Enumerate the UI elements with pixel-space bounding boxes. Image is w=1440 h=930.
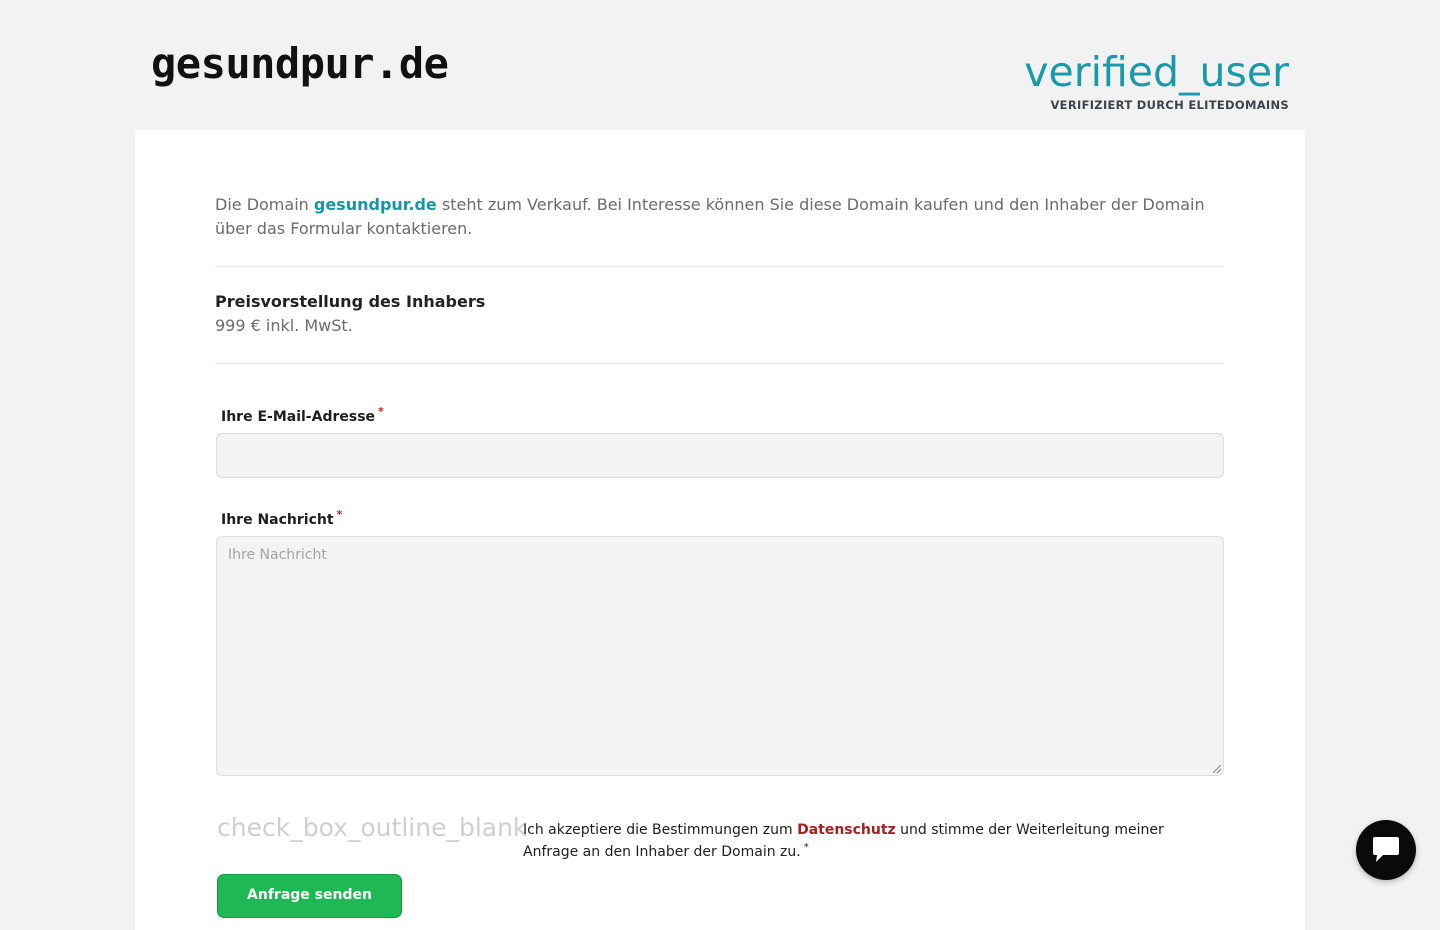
chat-button[interactable] — [1356, 820, 1416, 880]
required-mark: * — [803, 842, 809, 853]
verified-user-icon: verified_user — [1024, 48, 1289, 96]
page-header: gesundpur.de verified_user VERIFIZIERT D… — [0, 0, 1440, 130]
message-label-text: Ihre Nachricht — [221, 512, 334, 528]
message-textarea[interactable]: Ihre Nachricht — [216, 536, 1224, 776]
intro-text: Die Domain gesundpur.de steht zum Verkau… — [215, 193, 1225, 241]
consent-text: Ich akzeptiere die Bestimmungen zum Date… — [523, 819, 1183, 863]
verified-label: VERIFIZIERT DURCH ELITEDOMAINS — [1050, 98, 1289, 112]
consent-prefix: Ich akzeptiere die Bestimmungen zum — [523, 822, 798, 838]
price-value: 999 € inkl. MwSt. — [215, 316, 353, 335]
price-title: Preisvorstellung des Inhabers — [215, 292, 486, 311]
email-label-text: Ihre E-Mail-Adresse — [221, 409, 376, 425]
required-mark: * — [336, 508, 343, 521]
privacy-link[interactable]: Datenschutz — [797, 822, 896, 838]
email-field[interactable] — [216, 433, 1224, 478]
chat-bubble-icon — [1373, 837, 1399, 862]
site-logo[interactable]: gesundpur.de — [151, 38, 449, 90]
resize-handle-icon[interactable] — [1213, 765, 1221, 773]
intro-prefix: Die Domain — [215, 195, 314, 214]
message-label: Ihre Nachricht * — [221, 508, 343, 529]
email-label: Ihre E-Mail-Adresse * — [221, 405, 384, 426]
required-mark: * — [378, 405, 384, 418]
domain-link[interactable]: gesundpur.de — [314, 195, 437, 214]
divider-price — [215, 363, 1224, 364]
submit-button[interactable]: Anfrage senden — [217, 874, 402, 918]
consent-checkbox-icon[interactable]: check_box_outline_blank — [217, 813, 527, 843]
message-placeholder: Ihre Nachricht — [228, 547, 327, 563]
verified-badge: verified_user VERIFIZIERT DURCH ELITEDOM… — [1024, 46, 1289, 112]
main-card: Die Domain gesundpur.de steht zum Verkau… — [135, 130, 1305, 930]
divider-top — [215, 266, 1224, 267]
